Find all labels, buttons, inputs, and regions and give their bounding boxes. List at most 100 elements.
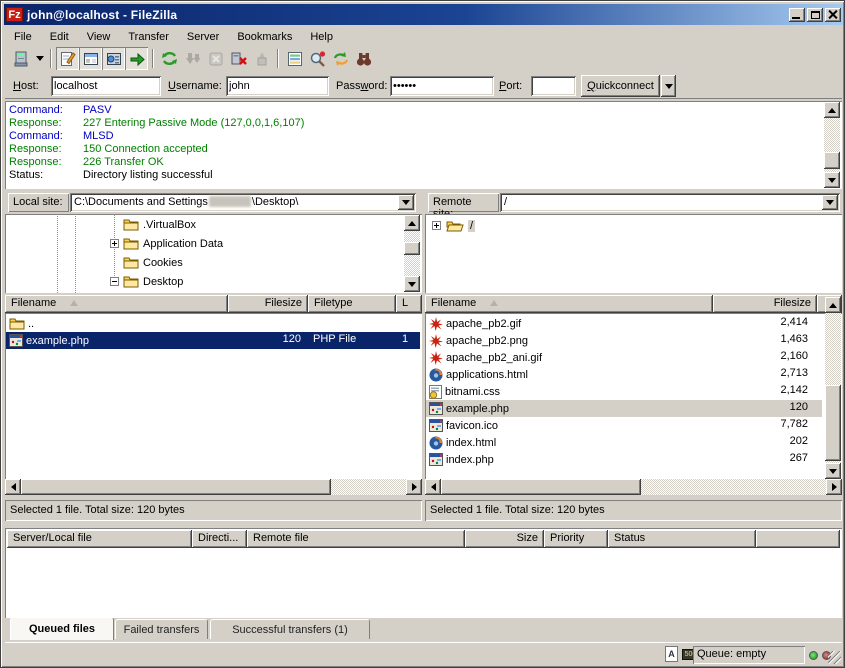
scroll-right-button[interactable] [406, 479, 422, 495]
queue-header-priority[interactable]: Priority [544, 530, 608, 548]
minimize-button[interactable] [789, 8, 805, 22]
queue-header-local-file[interactable]: Server/Local file [7, 530, 192, 548]
local-header-filesize[interactable]: Filesize [228, 295, 308, 313]
menu-edit[interactable]: Edit [41, 29, 78, 45]
queue-header-direction[interactable]: Directi... [192, 530, 247, 548]
queue-header-remote-file[interactable]: Remote file [247, 530, 465, 548]
host-input[interactable] [51, 76, 161, 96]
local-header-filetype[interactable]: Filetype [308, 295, 396, 313]
file-row-selected[interactable]: example.php 120 [426, 400, 822, 417]
file-row-updir[interactable]: .. [6, 315, 420, 332]
password-input[interactable] [390, 76, 494, 96]
local-header-last-modified[interactable]: L [396, 295, 422, 313]
toggle-local-tree-button[interactable] [79, 47, 102, 70]
tree-item-desktop[interactable]: Desktop [123, 273, 183, 290]
file-row[interactable]: favicon.ico 7,782 [426, 417, 822, 434]
scroll-thumb[interactable] [21, 479, 331, 495]
toggle-message-log-button[interactable] [56, 47, 79, 70]
remote-list-scrollbar[interactable] [825, 297, 841, 479]
find-files-button[interactable] [352, 47, 375, 70]
scroll-right-button[interactable] [826, 479, 842, 495]
expand-icon[interactable] [110, 239, 119, 248]
tree-item-cookies[interactable]: Cookies [123, 254, 183, 271]
toggle-transfer-queue-button[interactable] [125, 47, 148, 70]
scroll-up-button[interactable] [824, 102, 840, 118]
scroll-down-button[interactable] [824, 172, 840, 188]
menu-server[interactable]: Server [178, 29, 228, 45]
close-button[interactable] [825, 8, 841, 22]
scroll-left-button[interactable] [5, 479, 21, 495]
remote-list-hscrollbar[interactable] [425, 479, 842, 495]
remote-file-list[interactable]: apache_pb2.gif 2,414 apache_pb2.png 1,46… [425, 313, 842, 479]
site-manager-dropdown[interactable] [33, 47, 46, 70]
local-list-hscrollbar[interactable] [5, 479, 422, 495]
scroll-thumb[interactable] [404, 242, 420, 255]
scroll-up-button[interactable] [825, 297, 841, 313]
file-row[interactable]: apache_pb2_ani.gif 2,160 [426, 349, 822, 366]
filter-icon [286, 50, 304, 68]
site-manager-button[interactable] [10, 47, 33, 70]
directory-comparison-button[interactable] [306, 47, 329, 70]
expand-icon[interactable] [432, 221, 441, 230]
remote-header-filename[interactable]: Filename [425, 295, 713, 313]
username-input[interactable] [226, 76, 329, 96]
remote-site-dropdown[interactable] [822, 195, 838, 210]
tab-failed-transfers[interactable]: Failed transfers [115, 619, 208, 639]
port-input[interactable] [531, 76, 576, 96]
file-row[interactable]: apache_pb2.gif 2,414 [426, 315, 822, 332]
scroll-down-button[interactable] [404, 276, 420, 292]
tab-successful-transfers[interactable]: Successful transfers (1) [210, 619, 370, 639]
scroll-thumb[interactable] [824, 152, 840, 169]
scroll-down-button[interactable] [825, 463, 841, 479]
remote-directory-tree[interactable]: / [425, 214, 842, 293]
local-header-filename[interactable]: Filename [5, 295, 228, 313]
local-directory-tree[interactable]: .VirtualBox Application Data Cookies Des… [5, 214, 422, 293]
quickconnect-dropdown[interactable] [661, 75, 676, 97]
file-row[interactable]: index.php 267 [426, 451, 822, 468]
file-row[interactable]: applications.html 2,713 [426, 366, 822, 383]
local-file-list[interactable]: .. example.php 120 PHP File 1 [5, 313, 422, 479]
file-row[interactable]: bitnami.css 2,142 [426, 383, 822, 400]
synchronized-browsing-button[interactable] [329, 47, 352, 70]
local-site-dropdown[interactable] [398, 195, 414, 210]
collapse-icon[interactable] [110, 277, 119, 286]
scroll-left-button[interactable] [425, 479, 441, 495]
data-type-icon[interactable]: A [665, 646, 678, 662]
remote-header-filesize[interactable]: Filesize [713, 295, 817, 313]
tab-queued-files[interactable]: Queued files [10, 617, 114, 640]
tree-item-root[interactable]: / [446, 217, 475, 234]
menu-file[interactable]: File [5, 29, 41, 45]
chevron-down-icon [826, 200, 834, 205]
filter-button[interactable] [283, 47, 306, 70]
menu-help[interactable]: Help [301, 29, 342, 45]
resize-grip[interactable] [828, 651, 841, 664]
scroll-thumb[interactable] [825, 385, 841, 461]
scroll-thumb[interactable] [441, 479, 641, 495]
menu-transfer[interactable]: Transfer [119, 29, 178, 45]
disconnect-button[interactable] [227, 47, 250, 70]
local-selection-status: Selected 1 file. Total size: 120 bytes [5, 500, 422, 521]
remote-site-combo[interactable]: / [500, 193, 840, 212]
menu-view[interactable]: View [78, 29, 120, 45]
maximize-button[interactable] [807, 8, 823, 22]
process-queue-button [181, 47, 204, 70]
tree-item-application-data[interactable]: Application Data [123, 235, 223, 252]
file-row-selected[interactable]: example.php 120 PHP File 1 [6, 332, 420, 349]
refresh-button[interactable] [158, 47, 181, 70]
tree-item-virtualbox[interactable]: .VirtualBox [123, 216, 196, 233]
quickconnect-button[interactable]: Quickconnect [581, 75, 660, 97]
log-scrollbar[interactable] [824, 102, 840, 188]
queue-header-size[interactable]: Size [465, 530, 544, 548]
local-site-combo[interactable]: C:\Documents and Settings\Desktop\ [70, 193, 416, 212]
log-line: Status:Directory listing successful [9, 169, 213, 181]
file-row[interactable]: apache_pb2.png 1,463 [426, 332, 822, 349]
scroll-up-button[interactable] [404, 215, 420, 231]
php-file-icon [429, 419, 443, 432]
toggle-remote-tree-button[interactable] [102, 47, 125, 70]
remote-site-label: Remote site: [428, 193, 499, 212]
queue-header-status[interactable]: Status [608, 530, 756, 548]
title-bar[interactable]: Fz john@localhost - FileZilla [4, 4, 843, 25]
menu-bookmarks[interactable]: Bookmarks [228, 29, 301, 45]
local-tree-scrollbar[interactable] [404, 215, 420, 292]
file-row[interactable]: index.html 202 [426, 434, 822, 451]
